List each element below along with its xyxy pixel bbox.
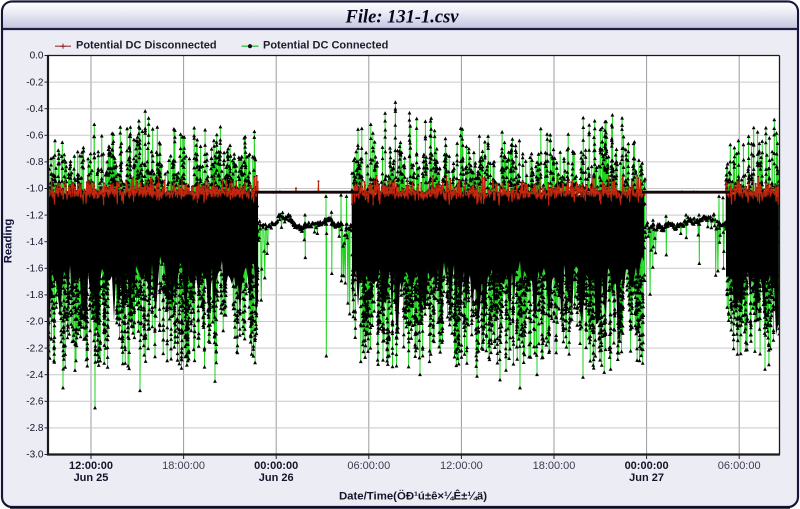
svg-text:-2.2: -2.2 <box>26 343 44 354</box>
svg-text:-2.8: -2.8 <box>26 423 44 434</box>
svg-text:18:00:00: 18:00:00 <box>533 460 576 472</box>
svg-text:Jun 26: Jun 26 <box>259 472 294 484</box>
svg-text:Potential DC Connected: Potential DC Connected <box>263 40 388 52</box>
svg-text:-0.4: -0.4 <box>26 104 44 115</box>
svg-text:-3.0: -3.0 <box>26 450 44 461</box>
svg-text:-1.4: -1.4 <box>26 237 44 248</box>
svg-text:-0.2: -0.2 <box>26 77 44 88</box>
svg-text:-0.6: -0.6 <box>26 131 44 142</box>
svg-text:Jun 25: Jun 25 <box>74 472 109 484</box>
svg-text:Potential DC Disconnected: Potential DC Disconnected <box>76 40 217 52</box>
svg-text:Reading: Reading <box>3 219 15 264</box>
svg-text:00:00:00: 00:00:00 <box>254 460 298 472</box>
svg-text:Date/Time(ÖÐ¹ú±ê×¼Ê±¼ä): Date/Time(ÖÐ¹ú±ê×¼Ê±¼ä) <box>339 489 487 502</box>
svg-text:06:00:00: 06:00:00 <box>347 460 390 472</box>
svg-text:-2.0: -2.0 <box>26 317 44 328</box>
svg-text:12:00:00: 12:00:00 <box>69 460 113 472</box>
svg-text:File: 131-1.csv: File: 131-1.csv <box>344 8 459 28</box>
svg-text:-1.0: -1.0 <box>26 184 44 195</box>
svg-text:-1.2: -1.2 <box>26 210 44 221</box>
svg-text:12:00:00: 12:00:00 <box>440 460 483 472</box>
svg-text:18:00:00: 18:00:00 <box>162 460 205 472</box>
svg-text:0.0: 0.0 <box>30 51 44 62</box>
svg-text:00:00:00: 00:00:00 <box>625 460 669 472</box>
svg-text:-0.8: -0.8 <box>26 157 44 168</box>
svg-text:-2.6: -2.6 <box>26 397 44 408</box>
svg-text:-1.6: -1.6 <box>26 264 44 275</box>
svg-text:06:00:00: 06:00:00 <box>718 460 761 472</box>
svg-text:-2.4: -2.4 <box>26 370 44 381</box>
svg-text:Jun 27: Jun 27 <box>629 472 664 484</box>
svg-text:-1.8: -1.8 <box>26 290 44 301</box>
